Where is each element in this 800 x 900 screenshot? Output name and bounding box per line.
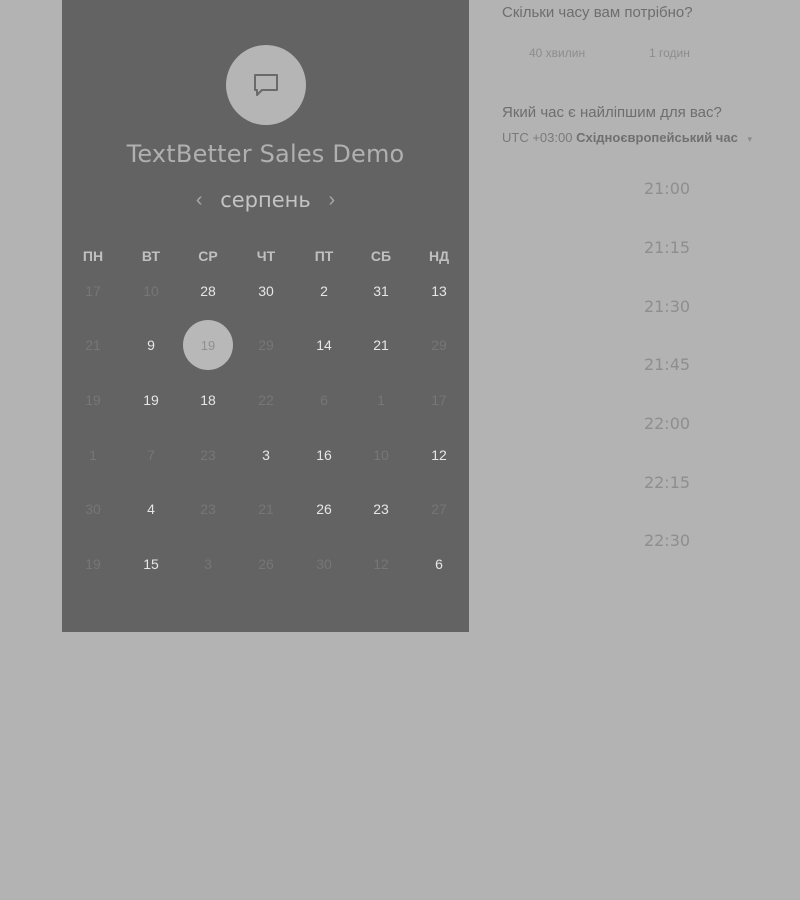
- calendar-day: 10: [143, 283, 159, 299]
- calendar-day: 6: [320, 392, 328, 408]
- calendar-day: 23: [200, 447, 216, 463]
- booking-options: Скільки часу вам потрібно? 40 хвилин 1 г…: [502, 0, 800, 900]
- timezone-select[interactable]: UTC +03:00 Східноєвропейський час ▾: [502, 130, 752, 145]
- calendar-day[interactable]: 15: [126, 539, 176, 589]
- calendar-day: 1: [377, 392, 385, 408]
- calendar-day[interactable]: 3: [241, 430, 291, 480]
- time-slot[interactable]: 21:00: [602, 179, 732, 198]
- calendar-day: 7: [147, 447, 155, 463]
- duration-option-1h[interactable]: 1 годин: [649, 46, 690, 60]
- timezone-offset: UTC +03:00: [502, 130, 573, 145]
- calendar-day: 21: [258, 501, 274, 517]
- calendar-panel: TextBetter Sales Demo ‹ серпень › ПН ВТ …: [62, 0, 469, 632]
- calendar-day: 26: [258, 556, 274, 572]
- calendar-day: 10: [373, 447, 389, 463]
- calendar-day: 29: [258, 337, 274, 353]
- time-slot[interactable]: 22:00: [602, 414, 732, 433]
- time-slot[interactable]: 21:45: [602, 355, 732, 374]
- calendar-day: 3: [204, 556, 212, 572]
- calendar-day[interactable]: 13: [414, 266, 464, 316]
- duration-option-40min[interactable]: 40 хвилин: [529, 46, 585, 60]
- calendar-day[interactable]: 31: [356, 266, 406, 316]
- calendar-day[interactable]: 16: [299, 430, 349, 480]
- chevron-down-icon: ▾: [747, 134, 752, 144]
- calendar-day: 21: [85, 337, 101, 353]
- calendar-day[interactable]: 23: [356, 484, 406, 534]
- calendar-day[interactable]: 18: [183, 375, 233, 425]
- time-slot[interactable]: 21:30: [602, 297, 732, 316]
- calendar-day: 23: [200, 501, 216, 517]
- calendar-day-selected[interactable]: 19: [183, 320, 233, 370]
- calendar-day: 17: [85, 283, 101, 299]
- calendar-day: 1: [89, 447, 97, 463]
- calendar-day[interactable]: 2: [299, 266, 349, 316]
- calendar-day: 29: [431, 337, 447, 353]
- calendar-day: 19: [85, 392, 101, 408]
- calendar-day: 27: [431, 501, 447, 517]
- calendar-day[interactable]: 19: [126, 375, 176, 425]
- calendar-day[interactable]: 12: [414, 430, 464, 480]
- calendar-day: 12: [373, 556, 389, 572]
- calendar-day: 30: [316, 556, 332, 572]
- calendar-day: 30: [85, 501, 101, 517]
- calendar-day[interactable]: 4: [126, 484, 176, 534]
- calendar-day[interactable]: 21: [356, 320, 406, 370]
- time-slot[interactable]: 22:15: [602, 473, 732, 492]
- calendar-grid: 17 10 28 30 2 31 13 21 9 19 29 14 21 29 19 19 18 22 6 1 17 1 7…: [62, 0, 469, 632]
- timezone-name: Східноєвропейський час: [576, 130, 738, 145]
- time-question: Який час є найліпшим для вас?: [502, 104, 722, 121]
- time-slot[interactable]: 22:30: [602, 531, 732, 550]
- calendar-day: 17: [431, 392, 447, 408]
- calendar-day[interactable]: 6: [414, 539, 464, 589]
- calendar-day[interactable]: 9: [126, 320, 176, 370]
- calendar-day: 22: [258, 392, 274, 408]
- calendar-day[interactable]: 26: [299, 484, 349, 534]
- calendar-day[interactable]: 30: [241, 266, 291, 316]
- calendar-day[interactable]: 14: [299, 320, 349, 370]
- calendar-day[interactable]: 28: [183, 266, 233, 316]
- time-slot[interactable]: 21:15: [602, 238, 732, 257]
- calendar-day: 19: [85, 556, 101, 572]
- duration-question: Скільки часу вам потрібно?: [502, 4, 693, 21]
